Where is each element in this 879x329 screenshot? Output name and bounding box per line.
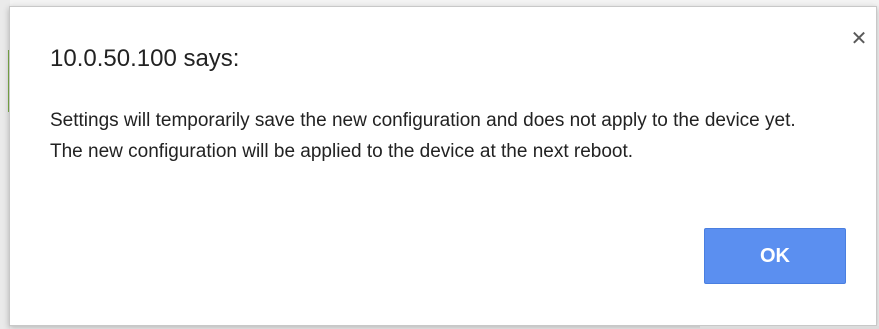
message-line: The new configuration will be applied to… <box>50 141 634 162</box>
close-icon: ✕ <box>850 27 868 50</box>
dialog-message: Settings will temporarily save the new c… <box>50 105 850 167</box>
ok-button[interactable]: OK <box>704 228 846 284</box>
dialog-title: 10.0.50.100 says: <box>50 45 240 72</box>
message-line: Settings will temporarily save the new c… <box>50 110 796 131</box>
alert-dialog: 10.0.50.100 says: ✕ Settings will tempor… <box>9 6 877 326</box>
close-button[interactable]: ✕ <box>848 27 870 50</box>
